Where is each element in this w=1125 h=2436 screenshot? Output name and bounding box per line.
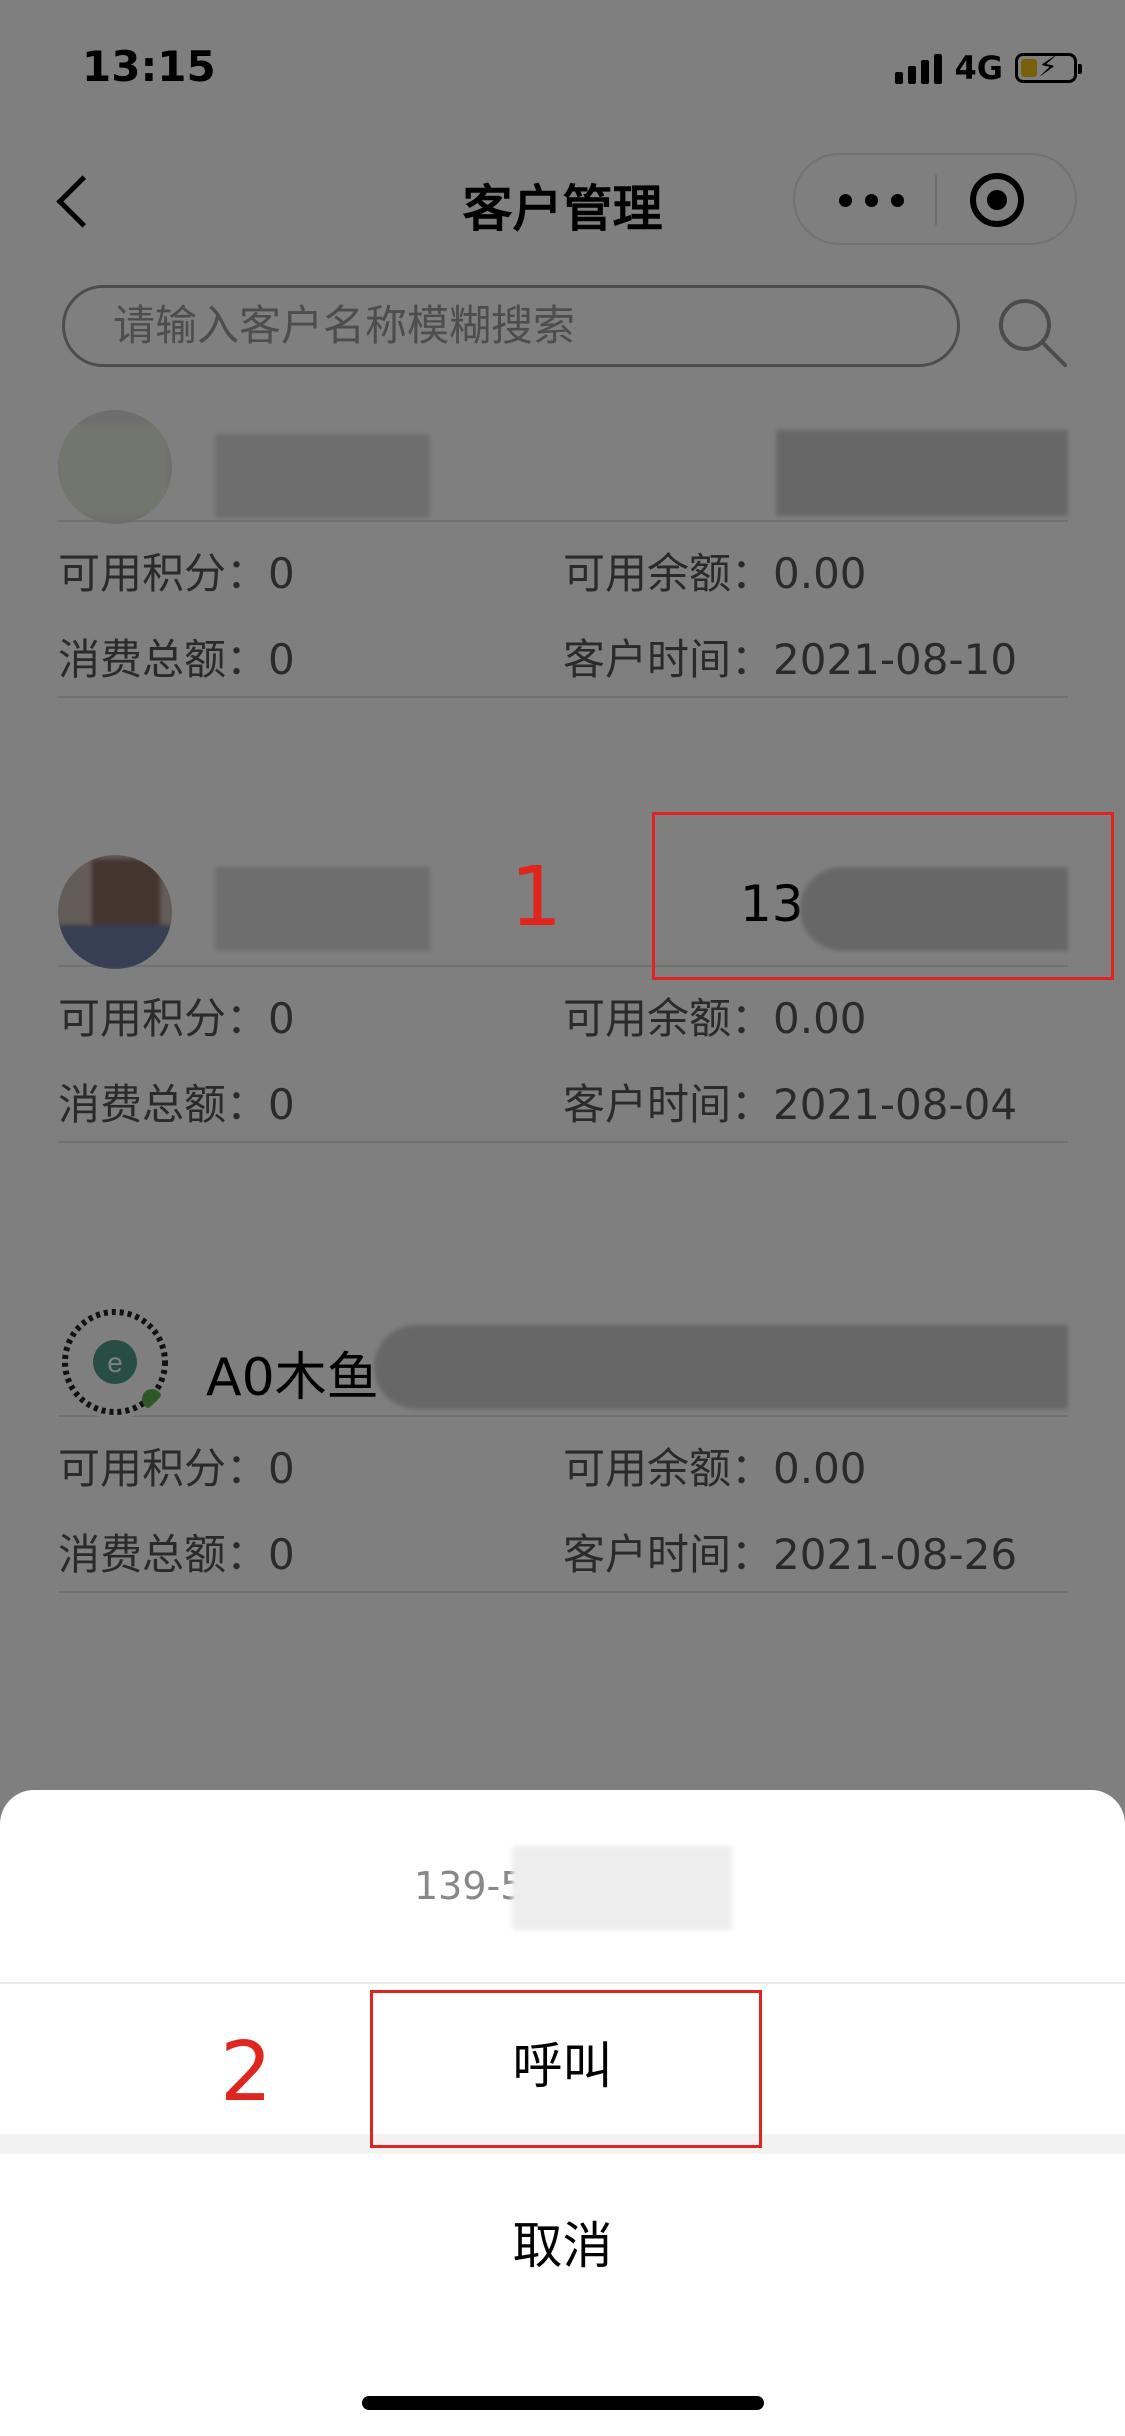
step-2-highlight [370, 1990, 762, 2148]
cancel-label: 取消 [512, 2217, 613, 2275]
home-indicator [362, 2396, 764, 2410]
action-sheet-phone: 139-5 [414, 1864, 525, 1908]
action-sheet-header: 139-5 [0, 1790, 1125, 1984]
cancel-button[interactable]: 取消 [0, 2154, 1125, 2304]
action-sheet-phone-blurred [512, 1846, 732, 1930]
step-2-label: 2 [220, 2025, 273, 2120]
step-1-highlight [652, 812, 1114, 980]
screen: 13:15 4G ⚡ 客户管理 请输入客户名称模糊搜索 [0, 0, 1125, 2436]
step-1-label: 1 [510, 850, 563, 945]
